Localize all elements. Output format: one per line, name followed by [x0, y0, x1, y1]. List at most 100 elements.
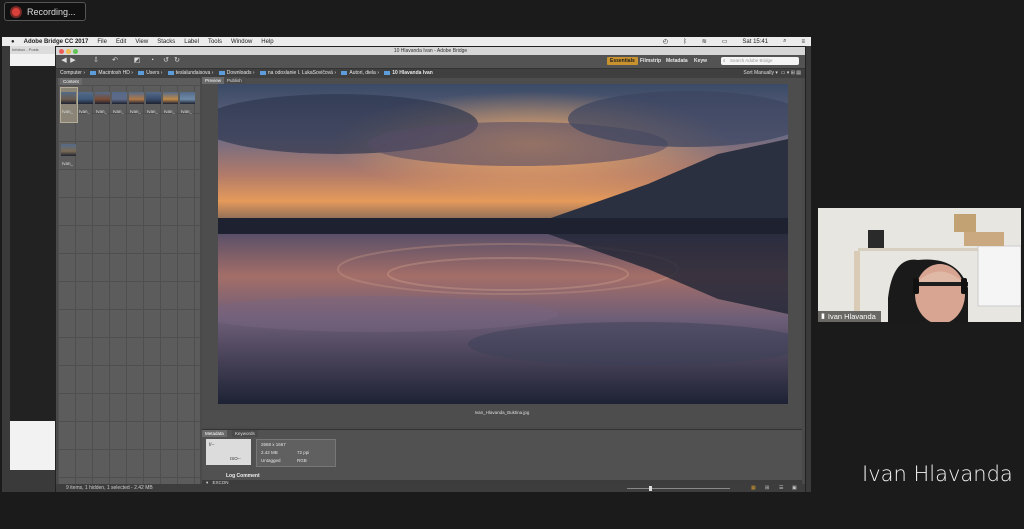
thumbnail-label: Ivan_: [147, 109, 159, 114]
rotate-left-icon[interactable]: ↺: [162, 57, 170, 65]
thumbnail-image[interactable]: [163, 92, 178, 104]
spotlight-icon[interactable]: ⌕: [783, 38, 786, 45]
thumbnail-label: Ivan_: [79, 109, 91, 114]
tab-keywords[interactable]: Keywords: [232, 430, 258, 437]
metadata-placard: f/-- ISO--: [206, 439, 251, 465]
workspace-keywords[interactable]: Keyw: [694, 58, 707, 64]
view-list-icon[interactable]: ☰: [779, 484, 783, 492]
control-icon[interactable]: ≡: [801, 39, 805, 45]
bridge-window: 10 Hlavanda Ivan - Adobe Bridge ◀ ▶ ⇩ ↶ …: [55, 46, 806, 492]
rotate-right-icon[interactable]: ↻: [173, 57, 181, 65]
path-user[interactable]: teslalundaisova: [176, 70, 210, 76]
minimize-window-icon[interactable]: [66, 49, 71, 54]
thumbnail-size-slider[interactable]: [627, 488, 730, 489]
speaker-name: Ivan Hlavanda: [827, 312, 876, 321]
zoom-window-icon[interactable]: [73, 49, 78, 54]
tab-metadata[interactable]: Metadata: [202, 430, 227, 437]
thumbnail-image[interactable]: [129, 92, 144, 104]
content-panel: Content Ivan_ Ivan_ Ivan_ Ivan_ Ivan_ Ivan_ Iv…: [58, 78, 200, 484]
path-current-folder[interactable]: 10 Hlavanda Ivan: [392, 70, 433, 76]
menu-window[interactable]: Window: [231, 39, 252, 45]
wifi-icon[interactable]: ≋: [702, 38, 707, 45]
speaker-video-frame: [818, 208, 1021, 322]
metadata-panel: Metadata Keywords f/-- ISO-- 2668 x 1667…: [202, 429, 802, 487]
recording-label: Recording...: [27, 6, 76, 17]
thumbnail-image[interactable]: [112, 92, 127, 104]
thumbnail-label: Ivan_: [181, 109, 193, 114]
menu-file[interactable]: File: [97, 39, 107, 45]
path-autori[interactable]: Autori, diela: [349, 70, 375, 76]
menu-label[interactable]: Label: [184, 39, 199, 45]
lake-sunset-photo: [218, 84, 788, 404]
menu-tools[interactable]: Tools: [208, 39, 222, 45]
apple-icon[interactable]: ●: [11, 39, 15, 45]
camera-download-icon[interactable]: ⇩: [92, 57, 100, 65]
close-window-icon[interactable]: [59, 49, 64, 54]
status-text: 9 items, 1 hidden, 1 selected - 2.42 MB: [66, 485, 153, 491]
path-users[interactable]: Users: [146, 70, 159, 76]
search-icon: ⌕: [723, 58, 726, 63]
back-icon[interactable]: ◀: [60, 57, 68, 65]
file-properties-card: 2668 x 1667 2.42 MB 72 ppi Untagged RGB: [256, 439, 336, 467]
open-in-camera-raw-icon[interactable]: ◔: [148, 57, 156, 65]
path-downloads[interactable]: Downloads: [227, 70, 252, 76]
bridge-titlebar: 10 Hlavanda Ivan - Adobe Bridge: [56, 47, 805, 55]
battery-icon[interactable]: ▭: [722, 38, 728, 45]
file-size: 2.42 MB: [261, 450, 278, 455]
bluetooth-icon[interactable]: ᛒ: [683, 39, 687, 45]
content-grid: [58, 85, 200, 484]
search-input[interactable]: ⌕ Search Adobe Bridge: [721, 57, 799, 65]
menu-view[interactable]: View: [135, 39, 148, 45]
signal-bars-icon: ▮: [821, 313, 825, 320]
tab-preview[interactable]: Preview: [202, 77, 225, 84]
view-thumbnails-icon[interactable]: ▦: [751, 484, 756, 492]
recording-indicator[interactable]: Recording...: [4, 2, 86, 21]
refine-icon[interactable]: ◩: [133, 57, 141, 65]
bridge-toolbar: ◀ ▶ ⇩ ↶ ◩ ◔ ↺ ↻ Essentials Filmstrip Met…: [56, 55, 805, 69]
tab-publish[interactable]: Publish: [224, 77, 245, 84]
browser-tab[interactable]: Infobox - Posts: [10, 46, 58, 54]
return-icon[interactable]: ↶: [111, 57, 119, 65]
menu-edit[interactable]: Edit: [116, 39, 126, 45]
shared-screen: ● Adobe Bridge CC 2017 File Edit View St…: [2, 37, 811, 492]
thumbnail-label: Ivan_: [62, 161, 74, 166]
log-comment-label: Log Comment: [226, 473, 260, 479]
menu-stacks[interactable]: Stacks: [157, 39, 175, 45]
view-details-icon[interactable]: ⊞: [765, 484, 769, 492]
thumbnail-label: Ivan_: [62, 109, 74, 114]
participant-name: Ivan Hlavanda: [862, 462, 1013, 486]
window-title: 10 Hlavanda Ivan - Adobe Bridge: [393, 48, 468, 54]
color-mode: RGB: [297, 458, 307, 463]
lock-icon[interactable]: ▣: [792, 484, 797, 492]
workspace-filmstrip[interactable]: Filmstrip: [640, 58, 661, 64]
thumbnail-image[interactable]: [61, 92, 76, 104]
path-macintosh-hd[interactable]: Macintosh HD: [98, 70, 129, 76]
app-name[interactable]: Adobe Bridge CC 2017: [24, 39, 89, 45]
preview-image[interactable]: [218, 84, 788, 404]
menubar-clock[interactable]: Sat 15:41: [742, 39, 768, 45]
sort-label: Sort Manually: [743, 70, 774, 76]
workspace-metadata[interactable]: Metadata: [666, 58, 688, 64]
sort-control[interactable]: Sort Manually ▾ ▭ ▾ ⊞ ▤: [743, 69, 801, 78]
path-odoslanie[interactable]: na odoslanie I. LukaSovičová: [268, 70, 333, 76]
record-icon: [12, 7, 20, 16]
color-profile: Untagged: [261, 458, 281, 463]
mac-menubar: ● Adobe Bridge CC 2017 File Edit View St…: [2, 37, 811, 46]
clock-sync-icon[interactable]: ◴: [663, 38, 668, 45]
thumbnail-image[interactable]: [95, 92, 110, 104]
iso-value: ISO--: [230, 456, 241, 461]
status-menu-area: ◴ ᛒ ≋ ▭ Sat 15:41 ⌕ ≡: [654, 37, 805, 46]
background-browser-window[interactable]: Infobox - Posts: [10, 46, 58, 470]
tab-content[interactable]: Content: [60, 78, 82, 85]
forward-icon[interactable]: ▶: [69, 57, 77, 65]
thumbnail-label: Ivan_: [130, 109, 142, 114]
speaker-video[interactable]: ▮ Ivan Hlavanda: [818, 208, 1021, 322]
thumbnail-image[interactable]: [78, 92, 93, 104]
path-computer[interactable]: Computer: [60, 70, 82, 76]
thumbnail-image[interactable]: [180, 92, 195, 104]
thumbnail-image[interactable]: [146, 92, 161, 104]
workspace-essentials[interactable]: Essentials: [607, 57, 638, 65]
menu-help[interactable]: Help: [261, 39, 273, 45]
slider-thumb[interactable]: [649, 486, 652, 491]
thumbnail-image[interactable]: [61, 144, 76, 156]
